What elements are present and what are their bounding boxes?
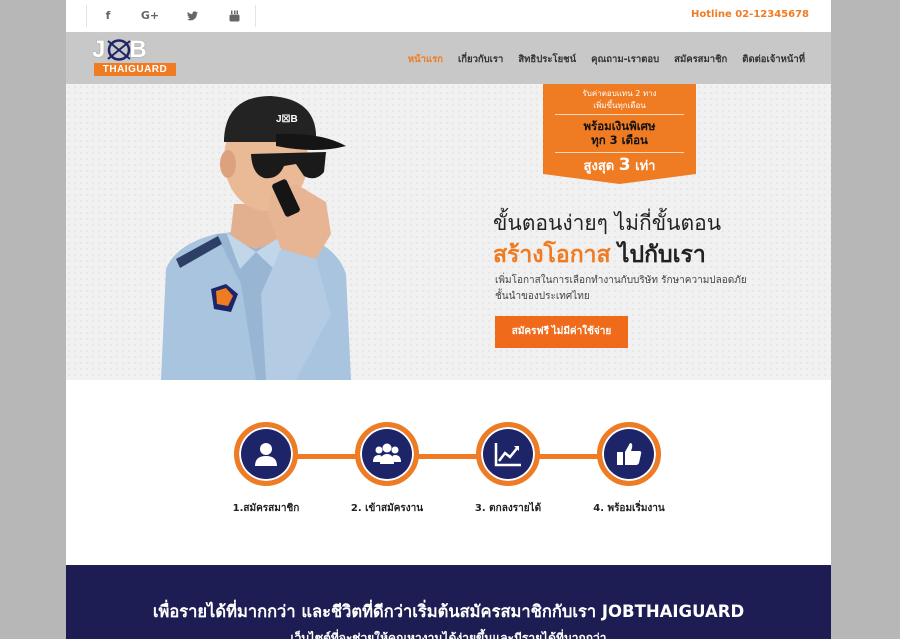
nav-item-about[interactable]: เกี่ยวกับเรา: [458, 52, 503, 67]
hero-headline: ขั้นตอนง่ายๆ ไม่กี่ขั้นตอน: [493, 211, 722, 235]
main-menu: หน้าแรก เกี่ยวกับเรา สิทธิประโยชน์ คุณถา…: [393, 52, 805, 67]
nav-item-register[interactable]: สมัครสมาชิก: [674, 52, 727, 67]
top-bar: f G+ Hotline 02-12345678: [66, 0, 831, 32]
promo-line-4: ทุก 3 เดือน: [591, 133, 648, 147]
promo-max-unit: เท่า: [635, 159, 656, 174]
promo-divider: [555, 152, 684, 153]
banner-subtitle: เว็บไซต์ที่จะช่วยให้คุณหางานได้ง่ายขึ้นแ…: [290, 631, 607, 639]
logo-globe-icon: [107, 39, 131, 61]
step-2: 2. เข้าสมัครงาน: [317, 422, 457, 522]
register-free-button[interactable]: สมัครฟรี ไม่มีค่าใช้จ่าย: [495, 316, 628, 348]
site-logo[interactable]: J B THAIGUARD: [92, 38, 180, 78]
nav-item-home[interactable]: หน้าแรก: [408, 52, 443, 67]
promo-line-5: สูงสุด 3 เท่า: [543, 157, 696, 175]
promo-max-number: 3: [618, 155, 631, 175]
step-1: 1.สมัครสมาชิก: [196, 422, 336, 522]
page: f G+ Hotline 02-12345678 J B THAIGUARD ห…: [66, 0, 831, 639]
step-2-circle: [355, 422, 419, 486]
svg-text:J☒B: J☒B: [276, 114, 298, 125]
thumbs-up-icon: [617, 443, 642, 465]
social-links: f G+: [86, 5, 256, 27]
step-4-circle: [597, 422, 661, 486]
step-3-circle: [476, 422, 540, 486]
promo-line-3: พร้อมเงินพิเศษ: [583, 119, 656, 133]
step-1-circle: [234, 422, 298, 486]
facebook-icon[interactable]: f: [87, 5, 129, 27]
hero-subheadline: สร้างโอกาส ไปกับเรา: [493, 237, 706, 273]
nav-item-faq[interactable]: คุณถาม-เราตอบ: [591, 52, 659, 67]
google-plus-icon[interactable]: G+: [129, 5, 171, 27]
hero-section: J☒B รับค่าตอบแทน 2 ทาง เพิ่มขึ้นทุกเดือน…: [66, 84, 831, 380]
steps-section: 1.สมัครสมาชิก 2. เข้าสมัครงาน 3. ตกลงราย…: [66, 380, 831, 565]
group-icon: [373, 443, 401, 464]
step-2-label: 2. เข้าสมัครงาน: [350, 503, 424, 514]
cta-banner: เพื่อรายได้ที่มากกว่า และชีวิตที่ดีกว่าเ…: [66, 565, 831, 639]
banner-title: เพื่อรายได้ที่มากกว่า และชีวิตที่ดีกว่าเ…: [152, 602, 745, 621]
nav-item-contact[interactable]: ติดต่อเจ้าหน้าที่: [742, 52, 805, 67]
promo-line-2: เพิ่มขึ้นทุกเดือน: [593, 101, 646, 110]
logo-bottom-text: THAIGUARD: [94, 63, 176, 76]
promo-line-1: รับค่าตอบแทน 2 ทาง: [582, 89, 657, 98]
hero-description-line-1: เพิ่มโอกาสในการเลือกทำงานกับบริษัท รักษา…: [495, 275, 747, 286]
step-1-label: 1.สมัครสมาชิก: [232, 503, 300, 514]
promo-max-label: สูงสุด: [583, 159, 615, 174]
step-4-label: 4. พร้อมเริ่มงาน: [593, 503, 665, 514]
hero-subheadline-dark: ไปกับเรา: [617, 242, 706, 268]
chart-icon: [494, 443, 521, 467]
hotline-text[interactable]: Hotline 02-12345678: [691, 9, 809, 20]
twitter-icon[interactable]: [171, 5, 213, 27]
step-3: 3. ตกลงรายได้: [438, 422, 578, 522]
promo-badge: รับค่าตอบแทน 2 ทาง เพิ่มขึ้นทุกเดือน พร้…: [543, 84, 696, 184]
navbar: J B THAIGUARD หน้าแรก เกี่ยวกับเรา สิทธิ…: [66, 32, 831, 84]
step-3-label: 3. ตกลงรายได้: [474, 503, 542, 514]
hero-subheadline-orange: สร้างโอกาส: [493, 242, 611, 268]
user-icon: [255, 443, 277, 466]
security-guard-image: J☒B: [161, 96, 351, 380]
step-4: 4. พร้อมเริ่มงาน: [559, 422, 699, 522]
nav-item-benefits[interactable]: สิทธิประโยชน์: [518, 52, 576, 67]
hero-description-line-2: ชั้นนำของประเทศไทย: [495, 291, 590, 302]
promo-divider: [555, 114, 684, 115]
youtube-icon[interactable]: [213, 5, 255, 27]
